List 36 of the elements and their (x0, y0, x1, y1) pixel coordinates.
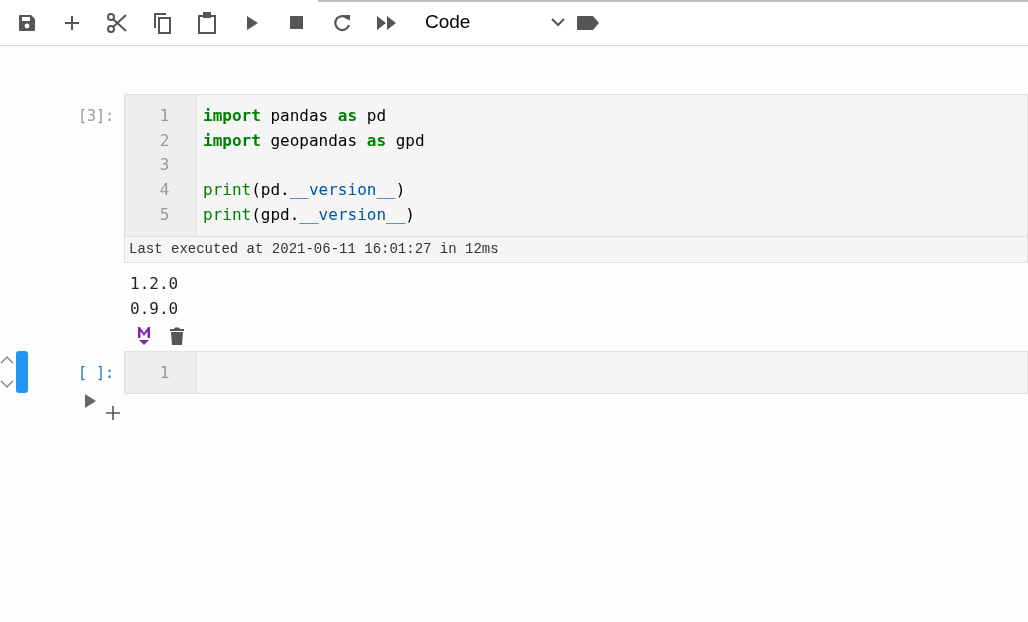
add-icon (62, 13, 81, 32)
cell-type-dropdown[interactable]: Code (415, 7, 565, 38)
run-cell-button[interactable] (84, 394, 96, 409)
markdown-icon (136, 325, 152, 346)
fast-forward-icon (376, 15, 397, 30)
chevron-down-icon (551, 18, 565, 27)
add-icon (106, 406, 120, 421)
output-line: 0.9.0 (130, 297, 180, 320)
line-number: 1 (158, 105, 171, 127)
line-number: 2 (158, 129, 171, 152)
scissors-icon (105, 11, 128, 34)
add-cell-button[interactable] (106, 406, 120, 421)
markdown-button[interactable] (136, 325, 152, 346)
play-icon (84, 394, 96, 409)
code-line: print(gpd.__version__) (203, 203, 415, 226)
save-icon (16, 12, 37, 33)
trash-icon (170, 326, 184, 345)
line-number: 5 (158, 203, 171, 226)
execution-note: Last executed at 2021-06-11 16:01:27 in 12ms (124, 236, 1028, 263)
output-line: 1.2.0 (130, 272, 180, 295)
line-number: 4 (158, 179, 171, 202)
copy-icon (151, 11, 172, 34)
cell-prompt: [3]: (77, 107, 114, 125)
refresh-icon (331, 12, 352, 33)
code-line: import geopandas as gpd (203, 129, 425, 152)
line-number: 3 (158, 154, 171, 177)
code-line: import pandas as pd (203, 105, 387, 127)
cell-prompt: [ ]: (77, 363, 114, 382)
code-editor[interactable]: 1 2 3 4 5 import pandas as pd import geopandas as gpd print(pd.__version__) print(gpd.__version__) (124, 94, 1028, 237)
line-number: 1 (158, 361, 171, 384)
clipboard-icon (196, 11, 217, 34)
delete-button[interactable] (170, 326, 184, 345)
tag-icon (576, 15, 599, 30)
stop-icon (290, 16, 303, 29)
play-icon (245, 15, 258, 30)
code-line: print(pd.__version__) (203, 179, 406, 202)
